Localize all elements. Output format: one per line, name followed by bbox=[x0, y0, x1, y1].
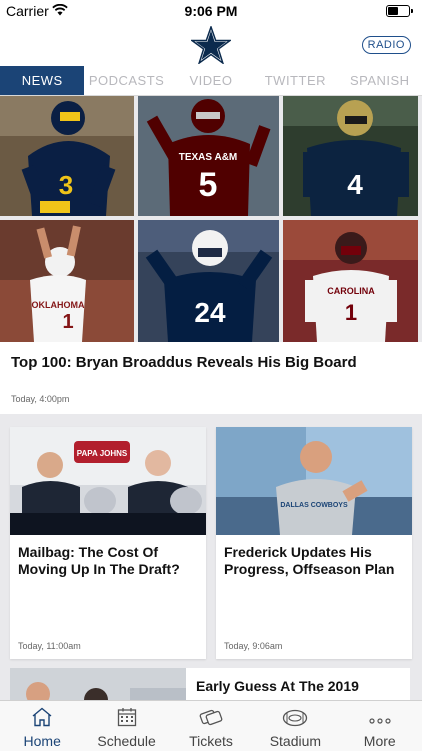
svg-text:DALLAS COWBOYS: DALLAS COWBOYS bbox=[280, 502, 348, 509]
battery-icon bbox=[386, 5, 413, 17]
player-photo: CAROLINA 1 bbox=[283, 220, 418, 342]
tab-twitter[interactable]: TWITTER bbox=[253, 66, 337, 95]
hero-title[interactable]: Top 100: Bryan Broaddus Reveals His Big … bbox=[0, 342, 422, 384]
calendar-icon bbox=[117, 708, 136, 727]
article-title[interactable]: Mailbag: The Cost Of Moving Up In The Dr… bbox=[10, 535, 206, 578]
player-photo: 24 bbox=[138, 220, 279, 342]
svg-text:24: 24 bbox=[194, 297, 226, 328]
app-header: RADIO bbox=[0, 22, 422, 66]
hero-date: Today, 4:00pm bbox=[11, 394, 70, 404]
article-thumbnail: DALLAS COWBOYS bbox=[216, 427, 412, 535]
tab-video[interactable]: VIDEO bbox=[169, 66, 253, 95]
tabbar-label: Home bbox=[23, 733, 61, 749]
svg-text:4: 4 bbox=[347, 169, 363, 200]
bottom-tab-bar: Home Schedule Tickets Stadium More bbox=[0, 700, 422, 751]
svg-text:3: 3 bbox=[59, 170, 73, 200]
hero-image-grid: 3 TEXAS A&M 5 4 OKLAHOMA 1 24 CAROLINA 1 bbox=[0, 96, 422, 342]
tabbar-tickets[interactable]: Tickets bbox=[169, 701, 253, 751]
tabbar-label: Tickets bbox=[189, 733, 233, 749]
tabbar-more[interactable]: More bbox=[338, 701, 422, 751]
article-title[interactable]: Early Guess At The 2019 bbox=[196, 678, 406, 695]
svg-text:CAROLINA: CAROLINA bbox=[327, 286, 375, 296]
tabbar-label: Stadium bbox=[269, 733, 322, 749]
status-bar: Carrier 9:06 PM bbox=[0, 0, 422, 22]
status-time: 9:06 PM bbox=[184, 3, 238, 19]
tabbar-stadium[interactable]: Stadium bbox=[253, 701, 337, 751]
news-feed[interactable]: 3 TEXAS A&M 5 4 OKLAHOMA 1 24 CAROLINA 1… bbox=[0, 96, 422, 700]
svg-text:TEXAS A&M: TEXAS A&M bbox=[179, 152, 238, 163]
svg-text:OKLAHOMA: OKLAHOMA bbox=[32, 300, 85, 310]
article-title[interactable]: Frederick Updates His Progress, Offseaso… bbox=[216, 535, 412, 578]
svg-text:PAPA JOHNS: PAPA JOHNS bbox=[77, 449, 128, 458]
svg-text:1: 1 bbox=[62, 311, 73, 333]
player-photo: TEXAS A&M 5 bbox=[138, 96, 279, 216]
radio-button[interactable]: RADIO bbox=[361, 36, 411, 54]
article-thumbnail bbox=[10, 668, 186, 700]
player-photo: 4 bbox=[283, 96, 418, 216]
tickets-icon bbox=[199, 709, 223, 726]
home-icon bbox=[32, 707, 52, 727]
tab-news[interactable]: NEWS bbox=[0, 66, 85, 95]
tab-spanish[interactable]: SPANISH bbox=[338, 66, 422, 95]
svg-text:5: 5 bbox=[199, 166, 218, 204]
tabbar-home[interactable]: Home bbox=[0, 701, 84, 751]
tab-podcasts[interactable]: PODCASTS bbox=[84, 66, 168, 95]
player-photo: 3 bbox=[0, 96, 134, 216]
more-icon bbox=[369, 718, 391, 724]
tabbar-label: Schedule bbox=[97, 733, 156, 749]
article-thumbnail: PAPA JOHNS bbox=[10, 427, 206, 535]
tabbar-schedule[interactable]: Schedule bbox=[84, 701, 168, 751]
article-date: Today, 9:06am bbox=[224, 641, 283, 651]
player-photo: OKLAHOMA 1 bbox=[0, 220, 134, 342]
star-logo-icon bbox=[191, 26, 231, 64]
stadium-icon bbox=[283, 709, 308, 727]
news-tabs: NEWS PODCASTS VIDEO TWITTER SPANISH bbox=[0, 66, 422, 96]
svg-text:1: 1 bbox=[345, 300, 357, 325]
hero-article[interactable]: 3 TEXAS A&M 5 4 OKLAHOMA 1 24 CAROLINA 1… bbox=[0, 96, 422, 414]
article-card[interactable]: DALLAS COWBOYS Frederick Updates His Pro… bbox=[216, 427, 412, 659]
article-date: Today, 11:00am bbox=[18, 641, 81, 651]
article-card[interactable]: Early Guess At The 2019 bbox=[10, 668, 410, 700]
tabbar-label: More bbox=[363, 733, 396, 749]
article-card[interactable]: PAPA JOHNS Mailbag: The Cost Of Moving U… bbox=[10, 427, 206, 659]
